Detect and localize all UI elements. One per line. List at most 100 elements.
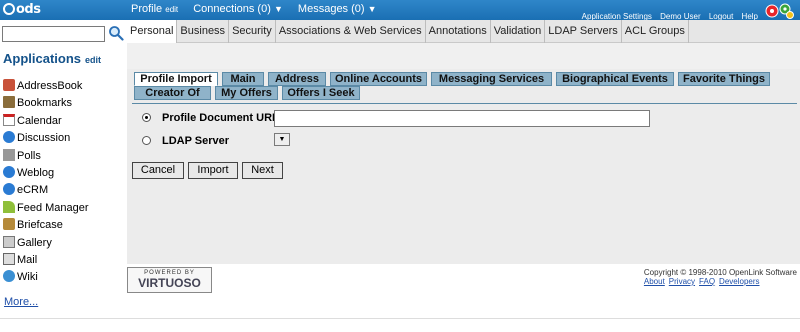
bookmarks-icon: [3, 96, 15, 109]
nav-messages-label: Messages (0): [297, 3, 365, 15]
tab-personal[interactable]: Personal: [127, 20, 178, 44]
logo-text: ods: [16, 2, 41, 17]
tab-acl-groups[interactable]: ACL Groups: [622, 20, 689, 43]
subtab-profile-import[interactable]: Profile Import: [134, 72, 218, 86]
sidebar: Applications edit AddressBook Bookmarks C…: [0, 45, 127, 332]
nav-connections[interactable]: Connections (0) ▼: [193, 3, 283, 15]
sidebar-item-gallery[interactable]: Gallery: [0, 235, 127, 252]
subtab-messaging-services[interactable]: Messaging Services: [431, 72, 552, 86]
logo-ring-icon: [3, 3, 15, 15]
nav-profile-label: Profile: [131, 3, 163, 15]
search-icon[interactable]: [108, 25, 124, 41]
tab-associations[interactable]: Associations & Web Services: [276, 20, 426, 43]
sidebar-item-weblog[interactable]: Weblog: [0, 165, 127, 182]
profile-url-label: Profile Document URL: [162, 112, 279, 124]
ldap-server-label: LDAP Server: [162, 135, 230, 147]
applications-heading: Applications edit: [3, 51, 101, 66]
next-button[interactable]: Next: [242, 162, 283, 179]
ods-logo[interactable]: ods: [3, 2, 41, 18]
subtab-online-accounts[interactable]: Online Accounts: [330, 72, 427, 86]
calendar-icon: [3, 113, 15, 126]
profile-import-panel: Profile Document URL LDAP Server ▼ Cance…: [132, 103, 797, 183]
briefcase-icon: [3, 218, 15, 231]
sidebar-item-label: Feed Manager: [17, 201, 89, 214]
ldap-server-select[interactable]: ▼: [274, 133, 290, 146]
tab-security[interactable]: Security: [229, 20, 276, 43]
profile-tab-bar: Personal Business Security Associations …: [127, 20, 800, 44]
search-input[interactable]: [2, 26, 105, 42]
sidebar-item-label: Calendar: [17, 114, 62, 127]
subtab-favorite-things[interactable]: Favorite Things: [678, 72, 770, 86]
sidebar-item-mail[interactable]: Mail: [0, 252, 127, 269]
chevron-down-icon: ▼: [273, 4, 283, 14]
sidebar-item-briefcase[interactable]: Briefcase: [0, 217, 127, 234]
nav-profile-edit[interactable]: edit: [165, 5, 178, 14]
tab-bar-spacer: [127, 43, 800, 69]
subtab-biographical-events[interactable]: Biographical Events: [556, 72, 674, 86]
ldap-server-radio[interactable]: [142, 136, 151, 145]
sidebar-item-label: Gallery: [17, 236, 52, 249]
sidebar-item-wiki[interactable]: Wiki: [0, 269, 127, 286]
sidebar-item-label: AddressBook: [17, 80, 83, 92]
mail-icon: [3, 252, 15, 265]
weblog-icon: [3, 165, 15, 178]
sidebar-item-addressbook[interactable]: AddressBook: [0, 78, 127, 95]
subtab-main[interactable]: Main: [222, 72, 264, 86]
subtab-address[interactable]: Address: [268, 72, 326, 86]
tab-ldap-servers[interactable]: LDAP Servers: [545, 20, 622, 43]
sidebar-item-bookmarks[interactable]: Bookmarks: [0, 95, 127, 112]
profile-url-radio[interactable]: [142, 113, 151, 122]
virtuoso-badge[interactable]: POWERED BY VIRTUOSO: [127, 267, 212, 293]
copyright-block: Copyright © 1998-2010 OpenLink Software …: [644, 268, 797, 286]
copyright-text: Copyright © 1998-2010 OpenLink Software: [643, 268, 797, 277]
page-divider: [0, 318, 800, 319]
sidebar-item-label: Bookmarks: [17, 97, 73, 110]
chevron-down-icon: ▼: [367, 4, 377, 14]
sidebar-item-label: Polls: [17, 149, 41, 162]
sidebar-item-feed-manager[interactable]: Feed Manager: [0, 200, 127, 217]
gallery-icon: [3, 235, 15, 248]
developers-link[interactable]: Developers: [719, 277, 759, 286]
subtab-my-offers[interactable]: My Offers: [215, 86, 278, 100]
sidebar-item-label: Discussion: [17, 132, 71, 145]
footer-links: About Privacy FAQ Developers: [644, 277, 797, 286]
tab-annotations[interactable]: Annotations: [426, 20, 491, 43]
ecrm-icon: [3, 183, 15, 196]
application-list: AddressBook Bookmarks Calendar Discussio…: [0, 78, 127, 287]
sidebar-item-label: Briefcase: [17, 219, 63, 232]
discussion-icon: [3, 131, 15, 144]
sidebar-item-label: Weblog: [17, 166, 55, 179]
sidebar-item-polls[interactable]: Polls: [0, 148, 127, 165]
tab-business[interactable]: Business: [177, 20, 230, 43]
badge-name-text: VIRTUOSO: [138, 276, 201, 290]
nav-profile[interactable]: Profile edit: [131, 3, 178, 15]
faq-link[interactable]: FAQ: [699, 277, 715, 286]
tab-validation[interactable]: Validation: [491, 20, 546, 43]
footer: POWERED BY VIRTUOSO Copyright © 1998-201…: [127, 264, 800, 294]
top-nav: Profile edit Connections (0) ▼ Messages …: [131, 3, 389, 15]
gears-icon: [765, 3, 794, 19]
applications-title: Applications: [3, 51, 82, 66]
search-area: [0, 20, 127, 45]
about-link[interactable]: About: [644, 277, 665, 286]
privacy-link[interactable]: Privacy: [669, 277, 695, 286]
addressbook-icon: [3, 79, 15, 91]
import-button[interactable]: Import: [188, 162, 238, 179]
nav-messages[interactable]: Messages (0) ▼: [298, 3, 377, 15]
top-bar: ods Profile edit Connections (0) ▼ Messa…: [0, 0, 800, 21]
polls-icon: [3, 148, 15, 161]
main-content: Profile Import Main Address Online Accou…: [127, 69, 800, 264]
subtab-creator-of[interactable]: Creator Of: [134, 86, 211, 100]
more-apps-link[interactable]: More...: [4, 296, 38, 308]
applications-edit-link[interactable]: edit: [85, 55, 101, 65]
sidebar-item-discussion[interactable]: Discussion: [0, 130, 127, 147]
subtab-offers-i-seek[interactable]: Offers I Seek: [282, 86, 360, 100]
wiki-icon: [3, 270, 15, 283]
cancel-button[interactable]: Cancel: [132, 162, 184, 179]
sidebar-item-ecrm[interactable]: eCRM: [0, 182, 127, 199]
nav-connections-label: Connections (0): [193, 3, 271, 15]
profile-url-input[interactable]: [274, 110, 650, 127]
sidebar-item-label: Wiki: [17, 271, 38, 284]
sidebar-item-calendar[interactable]: Calendar: [0, 113, 127, 130]
sidebar-item-label: Mail: [17, 253, 38, 266]
